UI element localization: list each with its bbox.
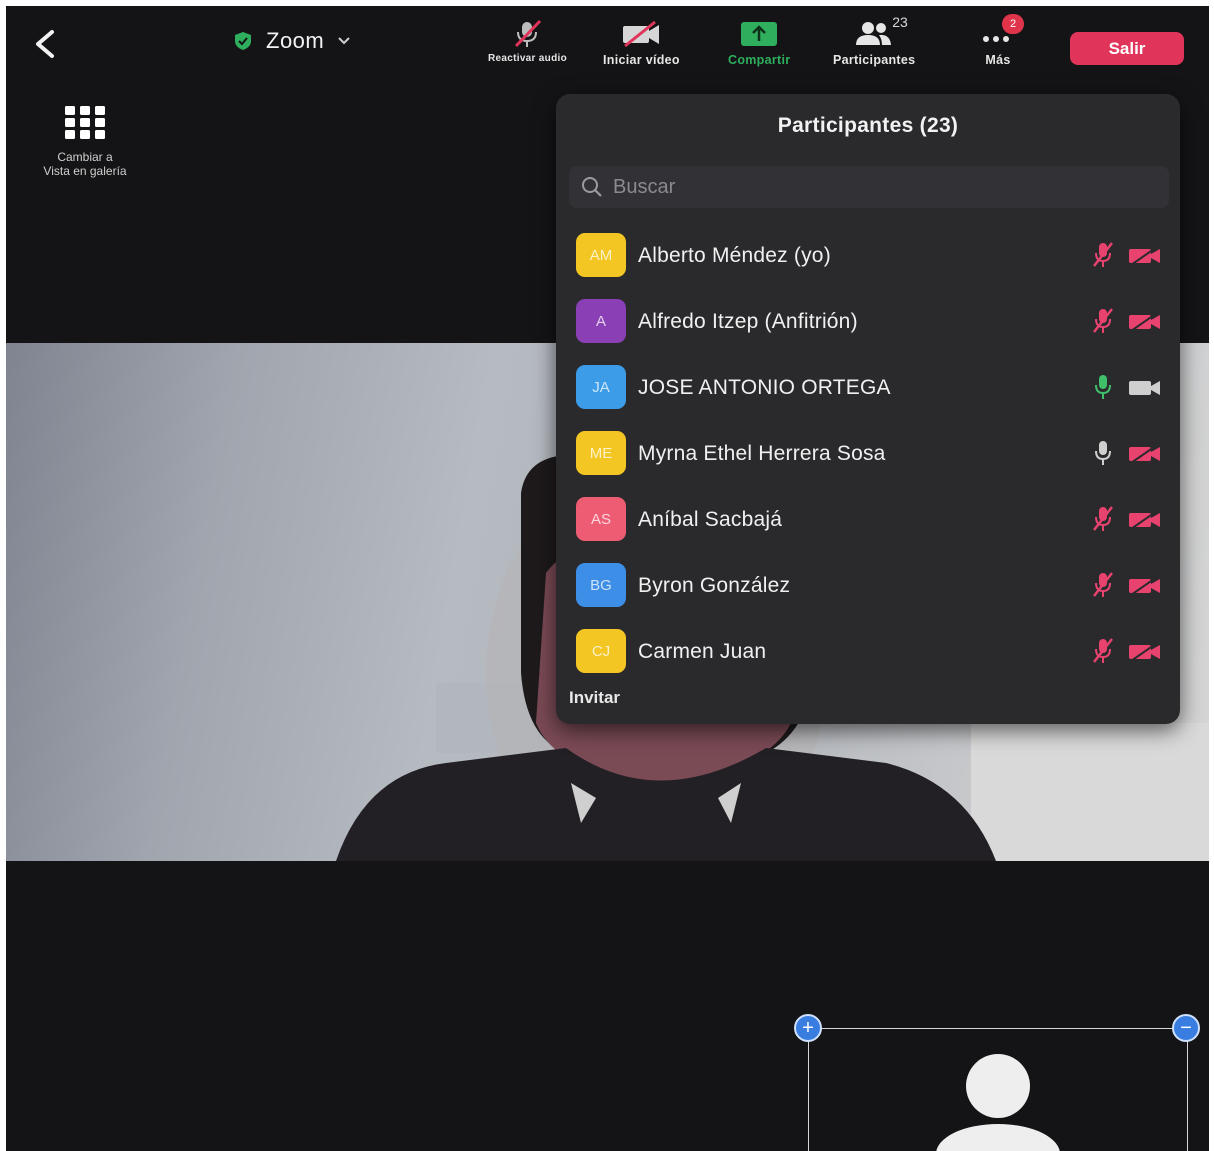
participant-name: Alberto Méndez (yo) bbox=[638, 244, 831, 267]
video-camera-off-icon[interactable] bbox=[1128, 576, 1162, 596]
participants-panel: Participantes (23) Buscar AM Alberto Ménd… bbox=[556, 94, 1180, 724]
microphone-muted-icon[interactable] bbox=[1090, 570, 1116, 600]
switch-gallery-view-button[interactable]: Cambiar a Vista en galería bbox=[20, 104, 150, 178]
participant-name: Byron González bbox=[638, 574, 791, 597]
participant-name: Alfredo Itzep (Anfitrión) bbox=[638, 310, 858, 333]
video-camera-off-icon[interactable] bbox=[1128, 312, 1162, 332]
gallery-label: Cambiar a Vista en galería bbox=[20, 150, 150, 178]
invite-button[interactable]: Invitar bbox=[569, 688, 620, 708]
avatar: BG bbox=[576, 563, 626, 607]
meeting-title: Zoom bbox=[266, 28, 325, 53]
video-camera-off-icon[interactable] bbox=[1128, 246, 1162, 266]
participant-row[interactable]: AS Aníbal Sacbajá bbox=[556, 488, 1180, 554]
zoom-meeting-screen: Zoom Reactivar audio Iniciar vídeo Compa… bbox=[6, 6, 1209, 1151]
video-camera-off-icon[interactable] bbox=[1128, 642, 1162, 662]
participants-label: Participantes bbox=[833, 53, 916, 67]
meeting-toolbar: Zoom Reactivar audio Iniciar vídeo Compa… bbox=[6, 6, 1209, 81]
avatar: AS bbox=[576, 497, 626, 541]
avatar: CJ bbox=[576, 629, 626, 673]
microphone-muted-icon[interactable] bbox=[1090, 636, 1116, 666]
share-screen-button[interactable]: Compartir bbox=[728, 20, 790, 67]
shield-check-icon bbox=[235, 32, 251, 50]
panel-title: Participantes (23) bbox=[777, 114, 959, 137]
unmute-audio-button[interactable]: Reactivar audio bbox=[488, 19, 567, 64]
avatar: AM bbox=[576, 233, 626, 277]
video-camera-icon[interactable] bbox=[1128, 378, 1162, 398]
share-upload-icon bbox=[741, 22, 778, 46]
microphone-muted-icon[interactable] bbox=[1090, 306, 1116, 336]
participant-row[interactable]: BG Byron González bbox=[556, 554, 1180, 620]
participant-row[interactable]: AM Alberto Méndez (yo) bbox=[556, 224, 1180, 290]
gallery-label-line2: Vista en galería bbox=[43, 164, 127, 178]
more-label: Más bbox=[985, 53, 1011, 67]
participant-row[interactable]: A Alfredo Itzep (Anfitrión) bbox=[556, 290, 1180, 356]
avatar: ME bbox=[576, 431, 626, 475]
microphone-muted-icon bbox=[515, 19, 542, 48]
gallery-label-line1: Cambiar a bbox=[57, 150, 113, 164]
avatar: JA bbox=[576, 365, 626, 409]
microphone-icon[interactable] bbox=[1090, 372, 1116, 402]
chevron-left-icon bbox=[36, 30, 54, 58]
avatar: A bbox=[576, 299, 626, 343]
participants-count: 23 bbox=[892, 14, 908, 30]
participants-button[interactable]: 23 Participantes bbox=[833, 14, 916, 67]
participant-name: Myrna Ethel Herrera Sosa bbox=[638, 442, 886, 465]
self-view-thumbnail[interactable] bbox=[808, 1028, 1188, 1151]
participant-row[interactable]: JA JOSE ANTONIO ORTEGA bbox=[556, 356, 1180, 422]
participants-icon bbox=[856, 22, 892, 45]
chevron-down-icon bbox=[338, 37, 350, 45]
video-label: Iniciar vídeo bbox=[603, 53, 680, 67]
leave-button[interactable]: Salir bbox=[1070, 32, 1184, 65]
video-camera-off-icon bbox=[623, 20, 660, 48]
participant-search-input[interactable]: Buscar bbox=[569, 166, 1169, 208]
share-label: Compartir bbox=[728, 53, 791, 67]
search-icon bbox=[582, 177, 602, 197]
participant-row[interactable]: CJ Carmen Juan bbox=[556, 620, 1180, 686]
meeting-title-dropdown[interactable]: Zoom bbox=[232, 28, 352, 54]
participant-name: JOSE ANTONIO ORTEGA bbox=[638, 376, 891, 399]
search-placeholder: Buscar bbox=[613, 175, 676, 198]
microphone-muted-icon[interactable] bbox=[1090, 240, 1116, 270]
notification-badge: 2 bbox=[1002, 14, 1024, 34]
video-camera-off-icon[interactable] bbox=[1128, 510, 1162, 530]
avatar-placeholder-icon bbox=[936, 1054, 1060, 1151]
minimize-self-view-button[interactable]: − bbox=[1172, 1014, 1200, 1042]
microphone-muted-icon[interactable] bbox=[1090, 504, 1116, 534]
participant-name: Aníbal Sacbajá bbox=[638, 508, 783, 531]
expand-self-view-button[interactable]: + bbox=[794, 1014, 822, 1042]
video-camera-off-icon[interactable] bbox=[1128, 444, 1162, 464]
minus-icon: − bbox=[1180, 1017, 1192, 1039]
microphone-icon[interactable] bbox=[1090, 438, 1116, 468]
participant-row[interactable]: ME Myrna Ethel Herrera Sosa bbox=[556, 422, 1180, 488]
participant-name: Carmen Juan bbox=[638, 640, 767, 663]
back-button[interactable] bbox=[28, 24, 62, 64]
plus-icon: + bbox=[802, 1017, 814, 1039]
more-button[interactable]: 2 Más bbox=[978, 14, 1024, 67]
audio-label: Reactivar audio bbox=[488, 53, 567, 64]
start-video-button[interactable]: Iniciar vídeo bbox=[603, 20, 680, 67]
grid-icon bbox=[65, 106, 105, 139]
